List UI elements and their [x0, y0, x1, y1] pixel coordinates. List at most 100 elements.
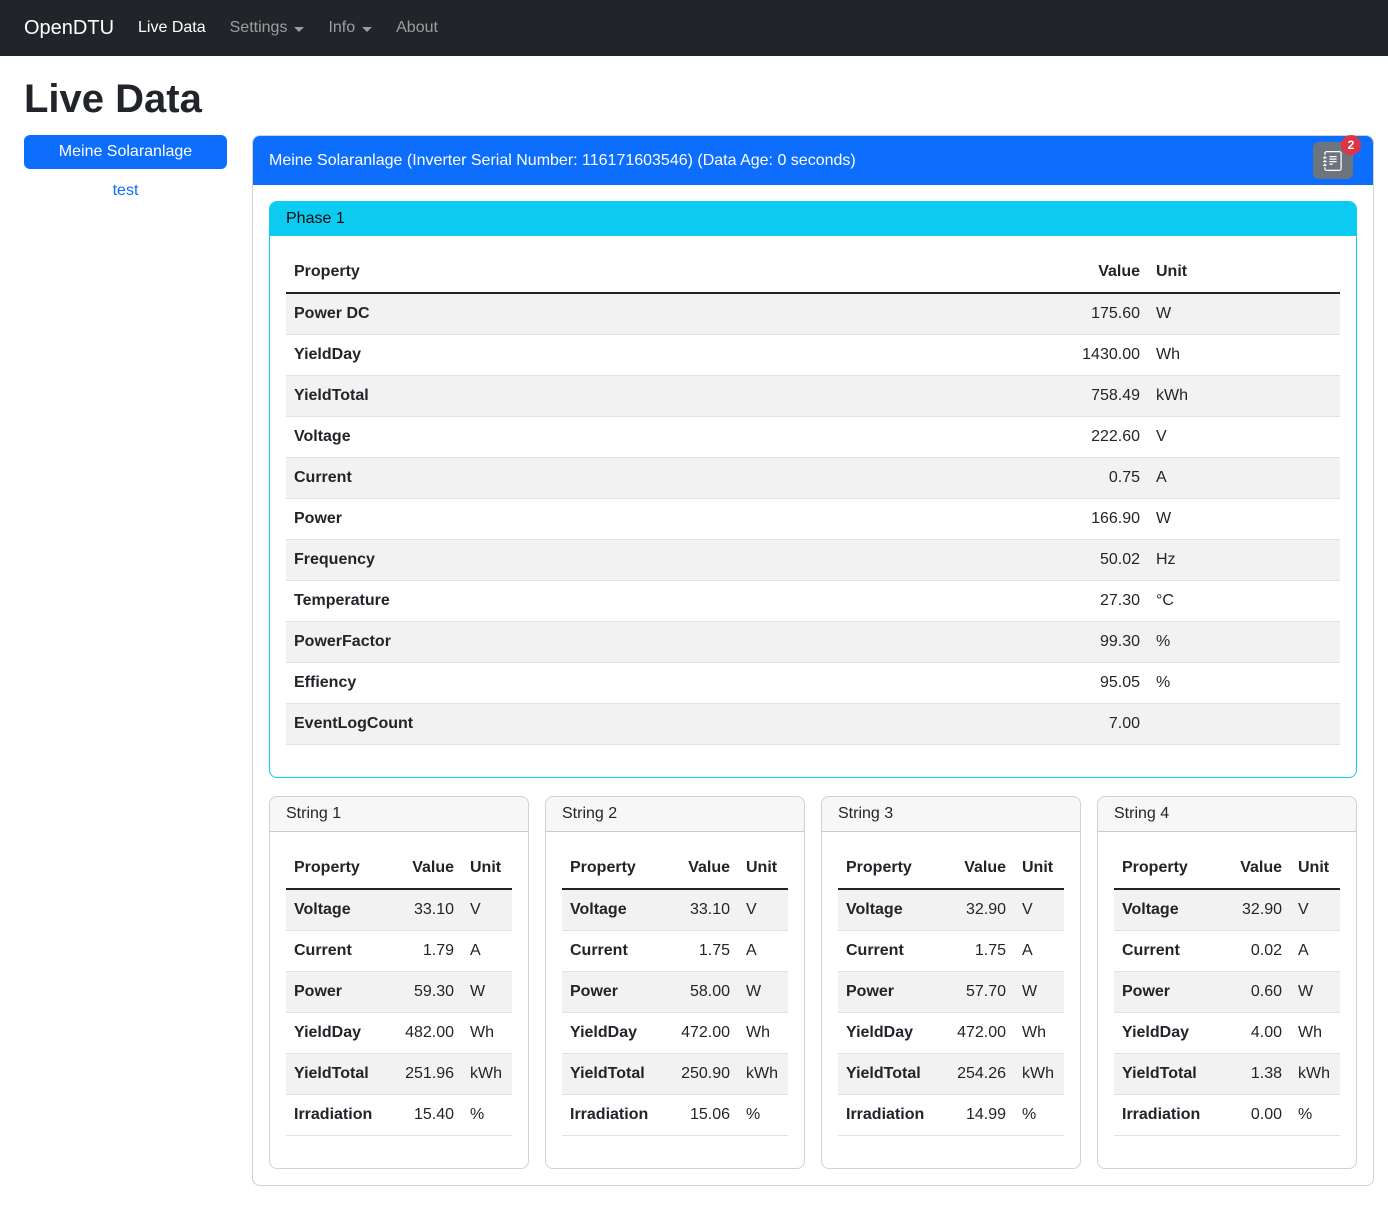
column-header-value: Value: [942, 848, 1014, 889]
table-row: YieldTotal1.38kWh: [1114, 1054, 1340, 1095]
value-cell: 254.26: [942, 1054, 1014, 1095]
column-header-property: Property: [562, 848, 666, 889]
value-cell: 57.70: [942, 972, 1014, 1013]
nav-item-live-data-label: Live Data: [138, 19, 206, 37]
table-header-row: PropertyValueUnit: [286, 252, 1340, 293]
string-title: String 2: [546, 797, 804, 832]
table-row: Irradiation15.40%: [286, 1095, 512, 1136]
property-cell: Effiency: [286, 663, 1036, 704]
inverter-card: Meine Solaranlage (Inverter Serial Numbe…: [252, 135, 1374, 1186]
navbar-brand[interactable]: OpenDTU: [24, 17, 114, 40]
unit-cell: V: [1148, 417, 1340, 458]
value-cell: 58.00: [666, 972, 738, 1013]
table-row: Power58.00W: [562, 972, 788, 1013]
unit-cell: Wh: [462, 1013, 512, 1054]
unit-cell: V: [1014, 889, 1064, 931]
unit-cell: Wh: [1148, 335, 1340, 376]
inverter-sidebar: Meine Solaranlage test: [24, 135, 227, 208]
unit-cell: A: [462, 931, 512, 972]
table-row: Irradiation14.99%: [838, 1095, 1064, 1136]
property-cell: Irradiation: [838, 1095, 942, 1136]
unit-cell: [1148, 704, 1340, 745]
string-card-1: String 1PropertyValueUnitVoltage33.10VCu…: [269, 796, 529, 1169]
string-card-body: PropertyValueUnitVoltage33.10VCurrent1.7…: [270, 832, 528, 1168]
nav-item-live-data[interactable]: Live Data: [130, 11, 214, 45]
column-header-property: Property: [1114, 848, 1218, 889]
table-row: PowerFactor99.30%: [286, 622, 1340, 663]
table-row: Current0.75A: [286, 458, 1340, 499]
unit-cell: W: [738, 972, 788, 1013]
unit-cell: A: [1290, 931, 1340, 972]
inverter-select-button-meine-solaranlage[interactable]: Meine Solaranlage: [24, 135, 227, 169]
property-cell: Voltage: [1114, 889, 1218, 931]
property-cell: Voltage: [838, 889, 942, 931]
strings-row: String 1PropertyValueUnitVoltage33.10VCu…: [269, 796, 1357, 1169]
table-row: YieldDay472.00Wh: [838, 1013, 1064, 1054]
table-row: Current0.02A: [1114, 931, 1340, 972]
nav-item-settings[interactable]: Settings: [222, 11, 313, 45]
property-cell: Irradiation: [286, 1095, 390, 1136]
chevron-down-icon: [362, 27, 372, 32]
value-cell: 1.75: [666, 931, 738, 972]
unit-cell: %: [1014, 1095, 1064, 1136]
column-header-value: Value: [1036, 252, 1148, 293]
value-cell: 1.75: [942, 931, 1014, 972]
content-row: Meine Solaranlage test Meine Solaranlage…: [24, 135, 1374, 1186]
unit-cell: kWh: [738, 1054, 788, 1095]
string-card-body: PropertyValueUnitVoltage33.10VCurrent1.7…: [546, 832, 804, 1168]
nav-item-info[interactable]: Info: [320, 11, 380, 45]
property-cell: Current: [286, 458, 1036, 499]
unit-cell: %: [462, 1095, 512, 1136]
column-header-value: Value: [390, 848, 462, 889]
unit-cell: V: [462, 889, 512, 931]
property-cell: Current: [838, 931, 942, 972]
property-cell: YieldTotal: [1114, 1054, 1218, 1095]
value-cell: 4.00: [1218, 1013, 1290, 1054]
table-header-row: PropertyValueUnit: [286, 848, 512, 889]
table-header-row: PropertyValueUnit: [1114, 848, 1340, 889]
table-row: Power DC175.60W: [286, 293, 1340, 335]
unit-cell: kWh: [462, 1054, 512, 1095]
property-cell: Power: [838, 972, 942, 1013]
property-cell: Voltage: [286, 417, 1036, 458]
phase-card: Phase 1 PropertyValueUnitPower DC175.60W…: [269, 201, 1357, 778]
column-header-unit: Unit: [1290, 848, 1340, 889]
unit-cell: V: [1290, 889, 1340, 931]
nav-item-settings-label: Settings: [230, 19, 288, 37]
unit-cell: A: [1014, 931, 1064, 972]
table-row: EventLogCount7.00: [286, 704, 1340, 745]
unit-cell: W: [1148, 293, 1340, 335]
journal-text-icon: [1323, 151, 1343, 171]
navbar: OpenDTU Live Data Settings Info About: [0, 0, 1388, 56]
string-table: PropertyValueUnitVoltage32.90VCurrent0.0…: [1114, 848, 1340, 1136]
value-cell: 251.96: [390, 1054, 462, 1095]
chevron-down-icon: [294, 27, 304, 32]
property-cell: YieldTotal: [286, 1054, 390, 1095]
table-row: Irradiation0.00%: [1114, 1095, 1340, 1136]
value-cell: 472.00: [942, 1013, 1014, 1054]
nav-item-about[interactable]: About: [388, 11, 446, 45]
eventlog-button[interactable]: 2: [1313, 142, 1353, 179]
nav-item-info-label: Info: [328, 19, 355, 37]
table-header-row: PropertyValueUnit: [562, 848, 788, 889]
unit-cell: Wh: [738, 1013, 788, 1054]
value-cell: 0.75: [1036, 458, 1148, 499]
unit-cell: A: [1148, 458, 1340, 499]
inverter-select-link-test[interactable]: test: [24, 174, 227, 208]
table-row: YieldTotal251.96kWh: [286, 1054, 512, 1095]
table-row: YieldDay482.00Wh: [286, 1013, 512, 1054]
unit-cell: W: [1014, 972, 1064, 1013]
table-row: Power166.90W: [286, 499, 1340, 540]
column-header-unit: Unit: [738, 848, 788, 889]
page-title: Live Data: [24, 75, 1374, 123]
value-cell: 50.02: [1036, 540, 1148, 581]
page-container: Live Data Meine Solaranlage test Meine S…: [0, 75, 1388, 1206]
table-row: Current1.75A: [562, 931, 788, 972]
unit-cell: V: [738, 889, 788, 931]
property-cell: Current: [286, 931, 390, 972]
phase-table: PropertyValueUnitPower DC175.60WYieldDay…: [286, 252, 1340, 745]
property-cell: YieldDay: [286, 335, 1036, 376]
unit-cell: W: [462, 972, 512, 1013]
column-header-unit: Unit: [1014, 848, 1064, 889]
string-table: PropertyValueUnitVoltage33.10VCurrent1.7…: [562, 848, 788, 1136]
